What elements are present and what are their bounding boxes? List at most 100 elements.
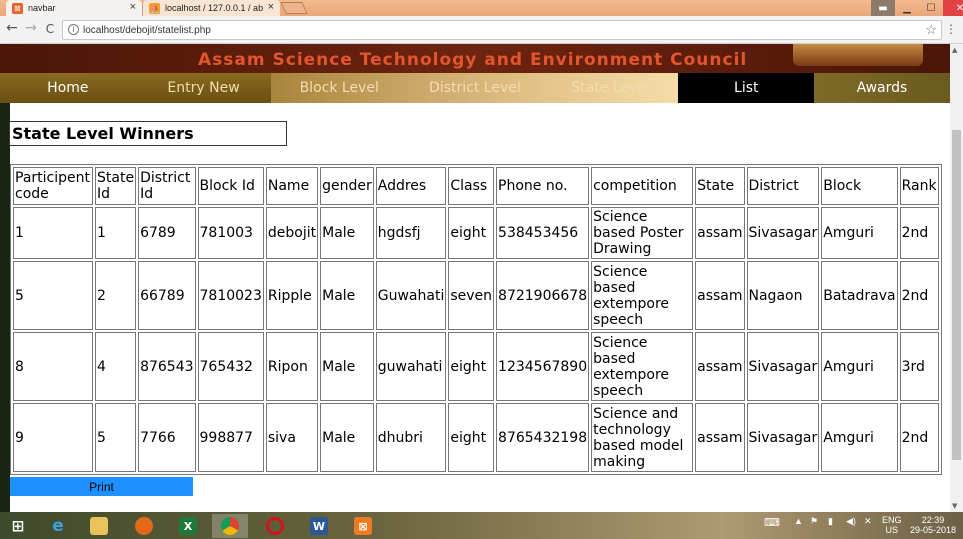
table-cell: hgdsfj bbox=[375, 207, 447, 259]
table-cell: 781003 bbox=[197, 207, 264, 259]
browser-menu-icon[interactable]: ⋮ bbox=[945, 22, 957, 36]
start-button[interactable]: ⊞ bbox=[0, 514, 36, 538]
tab-phpmyadmin[interactable]: ⛵ localhost / 127.0.0.1 / ab × bbox=[142, 0, 280, 16]
table-cell: guwahati bbox=[375, 332, 447, 401]
volume-icon[interactable]: ◀) bbox=[846, 516, 856, 527]
table-header-row: Participent code State Id District Id Block… bbox=[13, 167, 939, 205]
region-code: US bbox=[885, 525, 899, 535]
banner-title: Assam Science Technology and Environment… bbox=[198, 50, 748, 70]
table-cell: Amguri bbox=[821, 403, 898, 472]
word-icon: W bbox=[310, 517, 328, 535]
network-icon[interactable]: ⚑ bbox=[810, 516, 818, 527]
table-cell: Batadrava bbox=[821, 261, 898, 330]
info-icon[interactable]: i bbox=[68, 24, 79, 35]
minimize-button[interactable]: ▁ bbox=[895, 0, 919, 16]
print-button[interactable]: Print bbox=[10, 477, 193, 496]
url-text: localhost/debojit/statelist.php bbox=[83, 24, 211, 36]
opera-icon bbox=[266, 517, 284, 535]
folder-icon bbox=[90, 517, 108, 535]
table-cell: 7766 bbox=[138, 403, 196, 472]
table-cell: debojit bbox=[265, 207, 319, 259]
nav-block-level[interactable]: Block Level bbox=[271, 73, 408, 103]
reload-button[interactable]: C bbox=[41, 22, 59, 36]
taskbar-file-explorer[interactable] bbox=[81, 514, 117, 538]
table-row: 1 1 6789 781003 debojit Male hgdsfj eight 538453… bbox=[13, 207, 939, 259]
table-cell: 9 bbox=[13, 403, 93, 472]
excel-icon: X bbox=[179, 517, 197, 535]
page-left-edge bbox=[0, 103, 10, 512]
winners-table: Participent code State Id District Id Block… bbox=[10, 164, 942, 475]
battery-icon[interactable]: ▮ bbox=[828, 516, 833, 527]
tray-expand-icon[interactable]: ▲ bbox=[794, 516, 803, 526]
nav-state-level[interactable]: State Level bbox=[542, 73, 679, 103]
taskbar-word[interactable]: W bbox=[301, 514, 337, 538]
table-cell: 765432 bbox=[197, 332, 264, 401]
nav-district-level[interactable]: District Level bbox=[407, 73, 543, 103]
new-tab-button[interactable] bbox=[280, 2, 308, 14]
internet-explorer-icon: e bbox=[52, 516, 64, 536]
taskbar-internet-explorer[interactable]: e bbox=[40, 514, 76, 538]
table-cell: Male bbox=[320, 332, 374, 401]
user-icon[interactable]: ▬ bbox=[871, 0, 895, 16]
column-header: Class bbox=[448, 167, 495, 205]
table-row: 9 5 7766 998877 siva Male dhubri eight 876543219… bbox=[13, 403, 939, 472]
table-cell: 6789 bbox=[138, 207, 196, 259]
windows-logo-icon: ⊞ bbox=[11, 517, 25, 535]
url-input[interactable]: i localhost/debojit/statelist.php ☆ bbox=[62, 20, 942, 40]
taskbar-chrome[interactable] bbox=[212, 514, 248, 538]
maximize-button[interactable]: ☐ bbox=[919, 0, 943, 16]
main-nav: Home Entry New Block Level District Leve… bbox=[0, 73, 950, 103]
clock[interactable]: 22:39 29-05-2018 bbox=[910, 515, 956, 535]
nav-awards[interactable]: Awards bbox=[814, 73, 950, 103]
forward-button[interactable]: → bbox=[22, 20, 40, 36]
column-header: District bbox=[746, 167, 820, 205]
table-cell: 8 bbox=[13, 332, 93, 401]
table-cell: Science based extempore speech bbox=[591, 261, 694, 330]
xampp-favicon-icon: ⊠ bbox=[12, 2, 23, 14]
scrollbar-thumb[interactable] bbox=[952, 130, 961, 460]
table-cell: Male bbox=[320, 403, 374, 472]
table-cell: eight bbox=[448, 403, 495, 472]
column-header: District Id bbox=[138, 167, 196, 205]
table-cell: Sivasagar bbox=[746, 207, 820, 259]
close-window-button[interactable]: ✕ bbox=[943, 0, 963, 16]
table-cell: 3rd bbox=[899, 332, 939, 401]
taskbar-firefox[interactable] bbox=[126, 514, 162, 538]
tab-close-icon[interactable]: × bbox=[130, 1, 136, 13]
table-cell: 1 bbox=[95, 207, 137, 259]
table-cell: Male bbox=[320, 207, 374, 259]
vertical-scrollbar[interactable]: ▲ ▼ bbox=[950, 44, 963, 512]
table-cell: 1234567890 bbox=[496, 332, 590, 401]
table-cell: 8721906678 bbox=[496, 261, 590, 330]
table-cell: 66789 bbox=[138, 261, 196, 330]
table-row: 8 4 876543 765432 Ripon Male guwahati eight 1234… bbox=[13, 332, 939, 401]
taskbar-xampp[interactable]: ⊠ bbox=[345, 514, 381, 538]
tab-close-icon[interactable]: × bbox=[268, 1, 274, 13]
tab-navbar[interactable]: ⊠ navbar × bbox=[6, 0, 142, 16]
notification-icon[interactable]: ✕ bbox=[864, 516, 872, 527]
table-cell: 1 bbox=[13, 207, 93, 259]
nav-entry-new[interactable]: Entry New bbox=[136, 73, 272, 103]
keyboard-icon[interactable]: ⌨ bbox=[764, 516, 780, 529]
taskbar-opera[interactable] bbox=[257, 514, 293, 538]
language-indicator[interactable]: ENG US bbox=[882, 515, 902, 535]
table-cell: eight bbox=[448, 207, 495, 259]
firefox-icon bbox=[135, 517, 153, 535]
table-cell: eight bbox=[448, 332, 495, 401]
chrome-icon bbox=[221, 517, 239, 535]
taskbar-excel[interactable]: X bbox=[170, 514, 206, 538]
table-cell: 2nd bbox=[899, 261, 939, 330]
column-header: gender bbox=[320, 167, 374, 205]
table-cell: 2 bbox=[95, 261, 137, 330]
bookmark-star-icon[interactable]: ☆ bbox=[925, 22, 937, 38]
scroll-down-arrow-icon[interactable]: ▼ bbox=[952, 502, 957, 510]
browser-tab-strip: ⊠ navbar × ⛵ localhost / 127.0.0.1 / ab … bbox=[0, 0, 963, 16]
back-button[interactable]: ← bbox=[3, 20, 21, 36]
table-cell: 5 bbox=[95, 403, 137, 472]
banner-logo-image bbox=[793, 44, 923, 66]
scroll-up-arrow-icon[interactable]: ▲ bbox=[952, 46, 957, 54]
nav-home[interactable]: Home bbox=[0, 73, 136, 103]
table-cell: Science based extempore speech bbox=[591, 332, 694, 401]
column-header: Addres bbox=[375, 167, 447, 205]
nav-list[interactable]: List bbox=[678, 73, 815, 103]
